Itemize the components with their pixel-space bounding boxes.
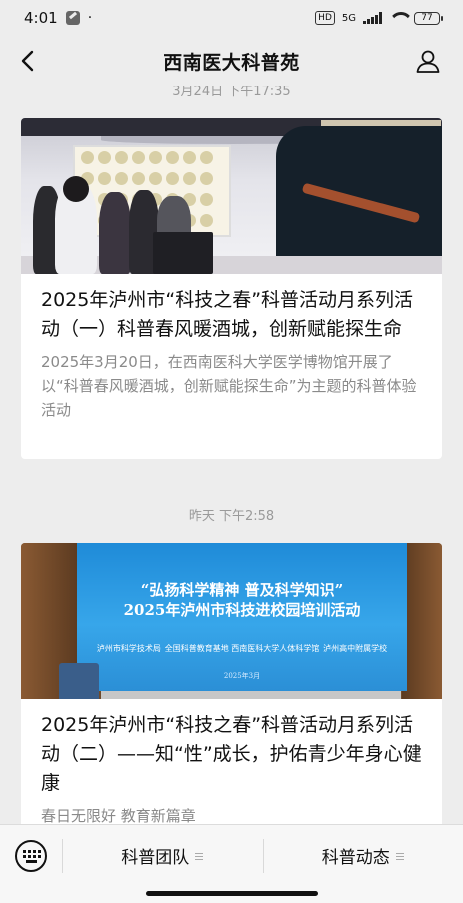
cover-org-3: 泸州高中附属学校 (323, 644, 388, 653)
settings-wrench-icon (65, 11, 80, 25)
page-title: 西南医大科普苑 (163, 51, 300, 74)
profile-button[interactable] (415, 48, 441, 74)
chevron-left-icon (21, 50, 34, 72)
cover-organizers: 泸州市科学技术局 全国科普教育基地 西南医科大学人体科学馆 泸州高中附属学校 (77, 643, 407, 654)
back-button[interactable] (18, 49, 38, 73)
cover-date: 2025年3月 (223, 672, 261, 680)
podium (59, 663, 99, 699)
keyboard-toggle-button[interactable] (0, 825, 62, 887)
stage-screen: “弘扬科学精神 普及科学知识” 2025年泸州市科技进校园培训活动 泸州市科学技… (77, 543, 407, 691)
wifi-icon (389, 12, 407, 24)
status-bar: 4:01 · HD 5G 77 (0, 0, 463, 36)
menu-item-science-news[interactable]: 科普动态 (262, 825, 463, 887)
home-indicator[interactable] (146, 891, 318, 896)
hd-badge: HD (315, 11, 335, 25)
article-description-2: 春日无限好 教育新篇章 (41, 807, 196, 824)
submenu-icon (395, 853, 404, 860)
menu-item-science-team[interactable]: 科普团队 (62, 825, 263, 887)
message-feed[interactable]: 3月24日 下午17:35 2025年泸州市“科技之春”科普活动月系列活动（一）… (0, 86, 463, 824)
status-time: 4:01 (24, 9, 58, 27)
submenu-icon (195, 853, 204, 860)
notification-dot: · (87, 10, 93, 26)
keyboard-icon (15, 839, 47, 872)
status-left: 4:01 · (24, 9, 92, 27)
article-card-2[interactable]: “弘扬科学精神 普及科学知识” 2025年泸州市科技进校园培训活动 泸州市科学技… (21, 543, 442, 824)
status-right: HD 5G 77 (315, 11, 443, 25)
cover-line-1: “弘扬科学精神 普及科学知识” (140, 581, 344, 599)
cover-org-1: 泸州市科学技术局 (96, 644, 161, 653)
article-cover-image-museum[interactable] (21, 118, 442, 274)
bottom-menu: 科普团队 科普动态 (0, 824, 463, 886)
menu-item-label: 科普团队 (121, 848, 190, 868)
user-icon (416, 50, 440, 73)
battery-level: 77 (414, 11, 440, 25)
article-cover-image-stage[interactable]: “弘扬科学精神 普及科学知识” 2025年泸州市科技进校园培训活动 泸州市科学技… (21, 543, 442, 699)
network-type: 5G (341, 12, 356, 24)
signal-icon (363, 12, 382, 24)
timestamp-yesterday: 昨天 下午2:58 (188, 509, 275, 524)
cover-line-2: 2025年泸州市科技进校园培训活动 (123, 601, 361, 619)
article-title-1: 2025年泸州市“科技之春”科普活动月系列活动（一）科普春风暖酒城，创新赋能探生… (41, 289, 414, 340)
nav-bar: 西南医大科普苑 (0, 36, 463, 86)
menu-item-label: 科普动态 (321, 848, 390, 868)
cover-org-2: 全国科普教育基地 西南医科大学人体科学馆 (164, 644, 320, 653)
article-title-2: 2025年泸州市“科技之春”科普活动月系列活动（二）——知“性”成长，护佑青少年… (41, 714, 422, 794)
article-description-1: 2025年3月20日，在西南医科大学医学博物馆开展了以“科普春风暖酒城，创新赋能… (41, 353, 417, 419)
article-card-1[interactable]: 2025年泸州市“科技之春”科普活动月系列活动（一）科普春风暖酒城，创新赋能探生… (21, 118, 442, 459)
timestamp-top: 3月24日 下午17:35 (172, 86, 291, 99)
visitors-group (33, 176, 213, 274)
battery-icon: 77 (414, 11, 443, 25)
